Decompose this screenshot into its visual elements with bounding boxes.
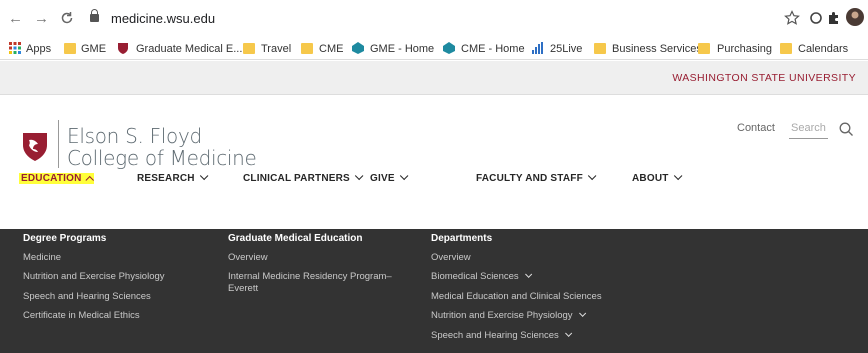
nav-give-label: GIVE xyxy=(370,173,395,184)
bookmark-purchasing[interactable]: Purchasing xyxy=(717,41,772,57)
bookmark-gme-home[interactable]: GME - Home xyxy=(370,41,434,57)
folder-icon xyxy=(243,43,255,54)
column-title-degree-programs: Degree Programs xyxy=(23,233,107,244)
apps-grid-icon[interactable] xyxy=(9,42,21,54)
wsu-link[interactable]: WASHINGTON STATE UNIVERSITY xyxy=(672,72,856,84)
25live-favicon-icon xyxy=(532,42,543,54)
search-underline xyxy=(789,138,828,139)
link-internal-medicine-residency[interactable]: Internal Medicine Residency Program–Ever… xyxy=(228,271,408,295)
logo-divider xyxy=(58,120,59,168)
nav-about-label: ABOUT xyxy=(632,173,669,184)
link-medical-ethics[interactable]: Certificate in Medical Ethics xyxy=(23,310,140,321)
bookmark-gme[interactable]: GME xyxy=(81,41,106,57)
chevron-down-icon xyxy=(564,329,572,337)
chevron-down-icon xyxy=(354,171,364,181)
bookmark-25live[interactable]: 25Live xyxy=(550,41,582,57)
bookmarks-bar: Apps GME Graduate Medical E... Travel CM… xyxy=(0,38,868,60)
teal-favicon-icon xyxy=(352,42,364,54)
main-navigation: EDUCATION RESEARCH CLINICAL PARTNERS GIV… xyxy=(0,165,868,193)
chevron-up-icon xyxy=(84,175,94,185)
folder-icon xyxy=(780,43,792,54)
education-dropdown: Degree Programs Medicine Nutrition and E… xyxy=(0,229,868,353)
wsu-shield-logo[interactable] xyxy=(22,132,48,162)
nav-faculty-and-staff-label: FACULTY AND STAFF xyxy=(476,173,583,184)
link-departments-overview[interactable]: Overview xyxy=(431,252,471,263)
link-speech-hearing[interactable]: Speech and Hearing Sciences xyxy=(23,291,151,302)
link-dept-nutrition[interactable]: Nutrition and Exercise Physiology xyxy=(431,309,586,321)
search-icon[interactable] xyxy=(838,121,854,137)
search-input[interactable]: Search xyxy=(791,122,826,134)
folder-icon xyxy=(698,43,710,54)
bookmark-graduate-medical[interactable]: Graduate Medical E... xyxy=(136,41,242,57)
back-icon[interactable]: ← xyxy=(8,9,23,29)
bookmark-cme-home[interactable]: CME - Home xyxy=(461,41,525,57)
chevron-down-icon xyxy=(587,171,597,181)
extension-icon[interactable] xyxy=(808,10,824,26)
nav-education[interactable]: EDUCATION xyxy=(19,173,94,185)
nav-education-label: EDUCATION xyxy=(21,173,82,184)
extensions-puzzle-icon[interactable] xyxy=(826,10,842,26)
link-medical-education-clinical[interactable]: Medical Education and Clinical Sciences xyxy=(431,291,602,302)
chevron-down-icon xyxy=(673,171,682,181)
bookmark-calendars[interactable]: Calendars xyxy=(798,41,848,57)
nav-clinical-partners[interactable]: CLINICAL PARTNERS xyxy=(243,171,364,184)
chevron-down-icon xyxy=(578,309,586,317)
folder-icon xyxy=(64,43,76,54)
nav-clinical-partners-label: CLINICAL PARTNERS xyxy=(243,173,350,184)
wsu-shield-favicon-icon xyxy=(118,43,128,54)
link-nutrition-exercise[interactable]: Nutrition and Exercise Physiology xyxy=(23,271,165,282)
address-bar[interactable]: medicine.wsu.edu xyxy=(111,9,215,29)
column-title-gme: Graduate Medical Education xyxy=(228,233,363,244)
reload-icon[interactable] xyxy=(60,11,74,25)
nav-research-label: RESEARCH xyxy=(137,173,195,184)
contact-link[interactable]: Contact xyxy=(737,122,775,134)
lock-icon xyxy=(90,9,99,22)
nav-faculty-and-staff[interactable]: FACULTY AND STAFF xyxy=(476,171,597,184)
link-gme-overview[interactable]: Overview xyxy=(228,252,268,263)
bookmark-travel[interactable]: Travel xyxy=(261,41,291,57)
bookmark-cme[interactable]: CME xyxy=(319,41,343,57)
bookmark-apps[interactable]: Apps xyxy=(26,41,51,57)
column-title-departments: Departments xyxy=(431,233,493,244)
logo-text-line1[interactable]: Elson S. Floyd xyxy=(67,124,202,148)
link-biomedical-sciences-label: Biomedical Sciences xyxy=(431,271,519,282)
nav-research[interactable]: RESEARCH xyxy=(137,171,209,184)
link-dept-speech-label: Speech and Hearing Sciences xyxy=(431,330,559,341)
nav-about[interactable]: ABOUT xyxy=(632,171,682,184)
chevron-down-icon xyxy=(399,171,409,181)
bookmark-business-services[interactable]: Business Services xyxy=(612,41,702,57)
link-biomedical-sciences[interactable]: Biomedical Sciences xyxy=(431,270,532,282)
profile-avatar-icon[interactable] xyxy=(846,8,864,26)
chevron-down-icon xyxy=(524,270,532,278)
forward-icon[interactable]: → xyxy=(34,9,49,29)
folder-icon xyxy=(594,43,606,54)
link-dept-speech[interactable]: Speech and Hearing Sciences xyxy=(431,329,572,341)
link-medicine[interactable]: Medicine xyxy=(23,252,61,263)
bookmark-star-icon[interactable] xyxy=(784,10,800,26)
university-banner: WASHINGTON STATE UNIVERSITY xyxy=(0,61,868,95)
browser-toolbar: ← → medicine.wsu.edu xyxy=(0,0,868,38)
folder-icon xyxy=(301,43,313,54)
link-dept-nutrition-label: Nutrition and Exercise Physiology xyxy=(431,310,573,321)
teal-favicon-icon xyxy=(443,42,455,54)
nav-give[interactable]: GIVE xyxy=(370,171,409,184)
chevron-down-icon xyxy=(199,171,209,181)
